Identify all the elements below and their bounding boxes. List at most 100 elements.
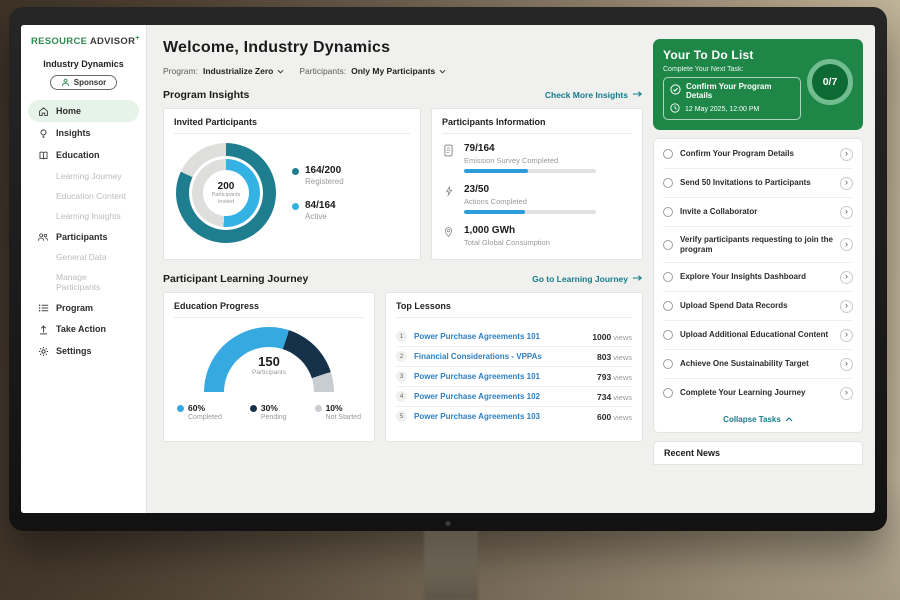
lesson-row[interactable]: 5 Power Purchase Agreements 103 600views (396, 407, 632, 426)
monitor-stand (424, 528, 478, 600)
progress-fill (464, 210, 525, 214)
task-row[interactable]: Complete Your Learning Journey › (663, 379, 853, 407)
task-checkbox[interactable] (663, 272, 673, 282)
check-circle-icon (670, 82, 681, 100)
chevron-right-icon[interactable]: › (840, 271, 853, 284)
task-row[interactable]: Confirm Your Program Details › (663, 140, 853, 169)
legend-dot (177, 405, 184, 412)
sidebar-item-education-content[interactable]: Education Content (28, 186, 139, 206)
legend-dot (315, 405, 322, 412)
chevron-down-icon (439, 66, 446, 76)
todo-task-list: Confirm Your Program Details › Send 50 I… (653, 138, 863, 433)
main-content: Welcome, Industry Dynamics Program: Indu… (147, 25, 653, 513)
chevron-right-icon[interactable]: › (840, 206, 853, 219)
card-title: Invited Participants (174, 117, 410, 134)
check-more-insights-link[interactable]: Check More Insights (545, 90, 643, 100)
chevron-right-icon[interactable]: › (840, 238, 853, 251)
app-window: RESOURCE ADVISOR+ Industry Dynamics Spon… (21, 25, 875, 513)
task-row[interactable]: Explore Your Insights Dashboard › (663, 263, 853, 292)
brand-logo: RESOURCE ADVISOR+ (28, 35, 139, 47)
program-select[interactable]: Industrialize Zero (203, 66, 284, 76)
lesson-link[interactable]: Financial Considerations - VPPAs (414, 352, 590, 361)
top-lessons-card: Top Lessons 1 Power Purchase Agreements … (385, 292, 643, 442)
sidebar-item-general-data[interactable]: General Data (28, 247, 139, 267)
survey-icon (442, 143, 455, 173)
clock-icon (670, 103, 680, 115)
card-title: Top Lessons (396, 301, 632, 318)
lesson-link[interactable]: Power Purchase Agreements 101 (414, 332, 585, 341)
task-checkbox[interactable] (663, 301, 673, 311)
next-task-time: 12 May 2025, 12:00 PM (685, 106, 759, 113)
progress-bar (464, 169, 596, 173)
sidebar-item-education[interactable]: Education (28, 144, 139, 166)
participants-filter-label: Participants: (299, 66, 346, 76)
lesson-row[interactable]: 4 Power Purchase Agreements 102 734views (396, 387, 632, 407)
sidebar-item-participants[interactable]: Participants (28, 226, 139, 247)
education-progress-card: Education Progress 150 Participants (163, 292, 375, 442)
task-row[interactable]: Upload Spend Data Records › (663, 292, 853, 321)
chevron-right-icon[interactable]: › (840, 300, 853, 313)
chevron-right-icon[interactable]: › (840, 387, 853, 400)
chevron-right-icon[interactable]: › (840, 148, 853, 161)
task-checkbox[interactable] (663, 359, 673, 369)
stat-global-consumption: 1,000 GWh Total Global Consumption (442, 225, 632, 251)
chevron-right-icon[interactable]: › (840, 177, 853, 190)
task-checkbox[interactable] (663, 330, 673, 340)
task-checkbox[interactable] (663, 149, 673, 159)
chevron-right-icon[interactable]: › (840, 329, 853, 342)
legend-dot (292, 168, 299, 175)
sidebar-item-insights[interactable]: Insights (28, 122, 139, 144)
sidebar-item-take-action[interactable]: Take Action (28, 318, 139, 340)
participants-select[interactable]: Only My Participants (351, 66, 446, 76)
legend-item-completed: 60% Completed (177, 403, 222, 421)
gauge-legend: 60% Completed 30% Pending (174, 403, 364, 421)
chevron-right-icon[interactable]: › (840, 358, 853, 371)
lesson-row[interactable]: 3 Power Purchase Agreements 101 793views (396, 367, 632, 387)
sidebar-item-manage-participants[interactable]: Manage Participants (28, 267, 139, 297)
lesson-row[interactable]: 1 Power Purchase Agreements 101 1000view… (396, 327, 632, 347)
gauge-center-label: Participants (204, 369, 334, 376)
task-row[interactable]: Verify participants requesting to join t… (663, 227, 853, 263)
task-checkbox[interactable] (663, 207, 673, 217)
sidebar-item-label: Settings (56, 346, 92, 356)
sidebar-item-label: Take Action (56, 324, 106, 334)
todo-panel: Your To Do List Complete Your Next Task:… (653, 25, 875, 513)
gear-icon (37, 346, 49, 357)
sidebar-item-settings[interactable]: Settings (28, 340, 139, 362)
go-to-learning-journey-link[interactable]: Go to Learning Journey (532, 274, 643, 284)
chevron-up-icon (785, 415, 793, 424)
sidebar-nav: Home Insights Education Learning Journey… (28, 100, 139, 362)
task-checkbox[interactable] (663, 388, 673, 398)
lesson-link[interactable]: Power Purchase Agreements 103 (414, 412, 590, 421)
sidebar-item-label: Participants (56, 232, 108, 242)
arrow-right-icon (632, 90, 643, 100)
task-row[interactable]: Invite a Collaborator › (663, 198, 853, 227)
donut-center-value: 200 (218, 181, 235, 192)
collapse-tasks-button[interactable]: Collapse Tasks (663, 407, 853, 428)
org-name: Industry Dynamics (28, 59, 139, 69)
take-action-icon (37, 324, 49, 335)
sidebar-item-label: Program (56, 303, 93, 313)
sidebar-item-label: Home (56, 106, 81, 116)
section-title-program-insights: Program Insights (163, 89, 249, 101)
sidebar: RESOURCE ADVISOR+ Industry Dynamics Spon… (21, 25, 147, 513)
lesson-row[interactable]: 2 Financial Considerations - VPPAs 803vi… (396, 347, 632, 367)
task-checkbox[interactable] (663, 178, 673, 188)
invited-participants-card: Invited Participants 200 Participants In… (163, 108, 421, 260)
lesson-link[interactable]: Power Purchase Agreements 101 (414, 372, 590, 381)
next-task-box[interactable]: Confirm Your Program Details 12 May 2025… (663, 77, 801, 120)
sidebar-item-learning-insights[interactable]: Learning Insights (28, 206, 139, 226)
sidebar-item-home[interactable]: Home (28, 100, 139, 122)
task-row[interactable]: Achieve One Sustainability Target › (663, 350, 853, 379)
task-checkbox[interactable] (663, 240, 673, 250)
lesson-link[interactable]: Power Purchase Agreements 102 (414, 392, 590, 401)
page-title: Welcome, Industry Dynamics (163, 39, 643, 57)
section-title-learning-journey: Participant Learning Journey (163, 273, 308, 285)
sidebar-item-program[interactable]: Program (28, 297, 139, 318)
sidebar-item-learning-journey[interactable]: Learning Journey (28, 166, 139, 186)
task-row[interactable]: Send 50 Invitations to Participants › (663, 169, 853, 198)
education-icon (37, 150, 49, 161)
todo-summary-card: Your To Do List Complete Your Next Task:… (653, 39, 863, 130)
task-row[interactable]: Upload Additional Educational Content › (663, 321, 853, 350)
sponsor-badge[interactable]: Sponsor (50, 75, 117, 90)
